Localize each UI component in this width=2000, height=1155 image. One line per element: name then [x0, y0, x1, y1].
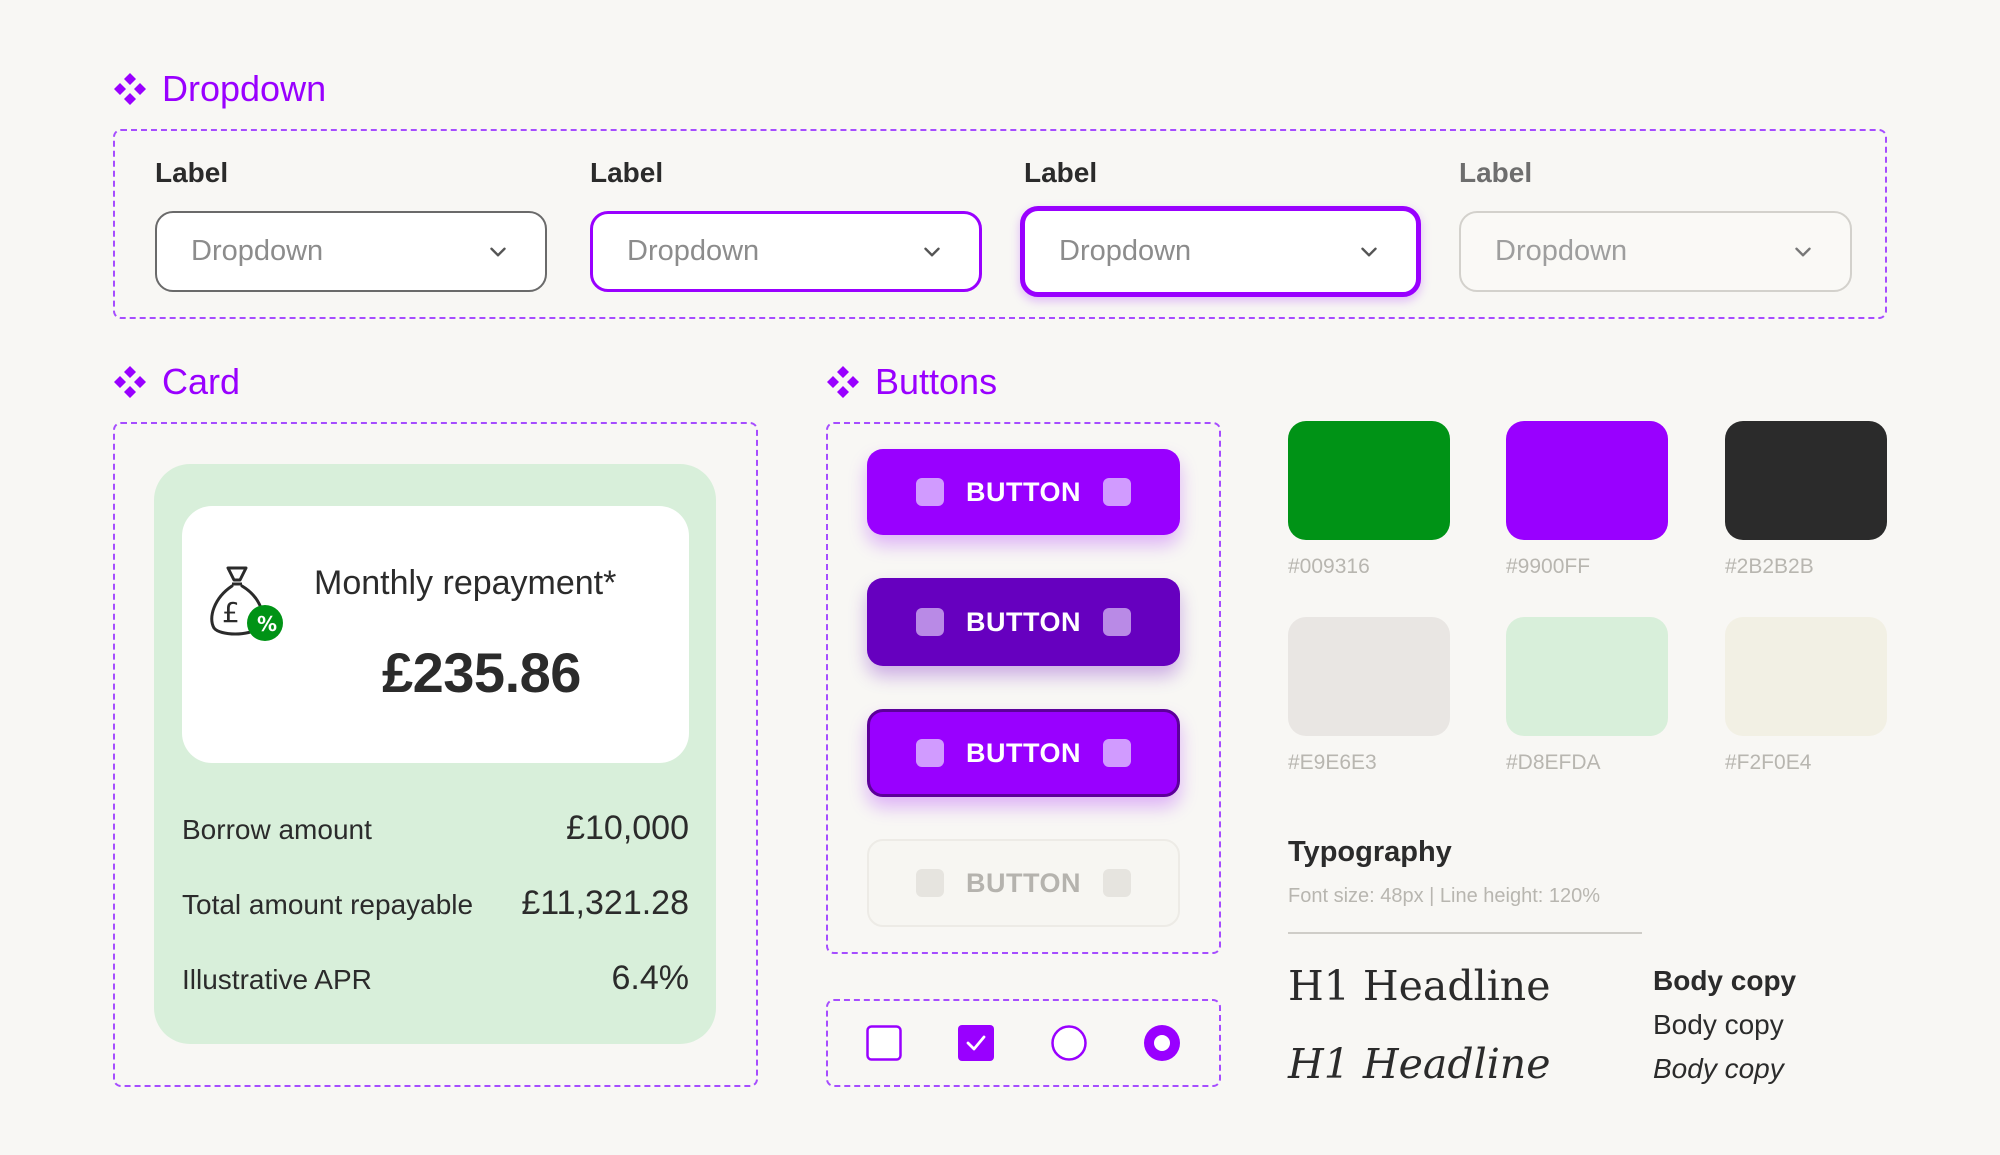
card-title: Monthly repayment* — [314, 564, 617, 602]
color-swatch-mint — [1506, 617, 1668, 736]
body-copy-italic: Body copy — [1653, 1053, 1784, 1084]
leading-icon — [916, 869, 944, 897]
h1-sample: H1 Headline — [1288, 962, 1551, 1010]
dropdown-label: Label — [155, 157, 229, 188]
row-label-apr: Illustrative APR — [182, 964, 372, 995]
svg-text:£: £ — [222, 596, 240, 629]
dropdown-label: Label — [590, 157, 664, 188]
dropdown-default[interactable]: Dropdown — [155, 211, 547, 292]
chevron-down-icon — [1795, 247, 1811, 256]
chevron-down-icon — [1361, 247, 1377, 256]
color-swatch-purple — [1506, 421, 1668, 540]
section-title-buttons: Buttons — [825, 361, 997, 403]
component-icon — [114, 366, 146, 398]
button-label: BUTTON — [966, 606, 1081, 637]
leading-icon — [916, 478, 944, 506]
chevron-down-icon — [924, 247, 940, 256]
checkbox-unchecked[interactable] — [866, 1025, 902, 1061]
h1-italic-sample: H1 Headline — [1288, 1040, 1551, 1088]
button-primary[interactable]: BUTTON — [867, 449, 1180, 535]
typography-title: Typography — [1288, 836, 1452, 868]
color-hex-label: #9900FF — [1506, 555, 1591, 578]
dropdown-placeholder: Dropdown — [1059, 235, 1192, 267]
checkbox-checked[interactable] — [958, 1025, 994, 1061]
chevron-down-icon — [490, 247, 506, 256]
dropdown-placeholder: Dropdown — [627, 235, 760, 267]
color-swatch-light-grey — [1288, 617, 1450, 736]
section-title-card: Card — [112, 361, 240, 403]
color-hex-label: #F2F0E4 — [1725, 751, 1812, 774]
color-swatch-green — [1288, 421, 1450, 540]
color-hex-label: #D8EFDA — [1506, 751, 1601, 774]
dropdown-focus[interactable]: Dropdown — [1020, 206, 1421, 297]
trailing-icon — [1103, 739, 1131, 767]
section-title-text: Card — [162, 361, 241, 402]
color-swatch-cream — [1725, 617, 1887, 736]
row-label-total-repayable: Total amount repayable — [182, 889, 474, 920]
color-hex-label: #2B2B2B — [1725, 555, 1814, 578]
money-bag-percent-icon: £ % — [210, 566, 283, 641]
trailing-icon — [1103, 869, 1131, 897]
body-copy-regular: Body copy — [1653, 1009, 1784, 1040]
svg-text:%: % — [257, 612, 277, 636]
section-title-dropdown: Dropdown — [112, 68, 326, 110]
button-label: BUTTON — [966, 867, 1081, 898]
button-pressed[interactable]: BUTTON — [867, 578, 1180, 666]
color-hex-label: #009316 — [1288, 555, 1370, 578]
card-amount: £235.86 — [382, 641, 581, 704]
leading-icon — [916, 608, 944, 636]
radio-unselected[interactable] — [1051, 1025, 1087, 1061]
typography-divider — [1288, 932, 1642, 934]
typography-subtitle: Font size: 48px | Line height: 120% — [1288, 885, 1601, 907]
color-hex-label: #E9E6E3 — [1288, 751, 1377, 774]
color-swatch-charcoal — [1725, 421, 1887, 540]
dropdown-placeholder: Dropdown — [1495, 235, 1628, 267]
button-label: BUTTON — [966, 737, 1081, 768]
button-focused[interactable]: BUTTON — [867, 709, 1180, 797]
row-value-borrow-amount: £10,000 — [566, 809, 689, 847]
button-disabled[interactable]: BUTTON — [867, 839, 1180, 927]
trailing-icon — [1103, 608, 1131, 636]
row-value-total-repayable: £11,321.28 — [521, 884, 689, 922]
dropdown-hover[interactable]: Dropdown — [590, 211, 982, 292]
row-label-borrow-amount: Borrow amount — [182, 814, 372, 845]
radio-selected[interactable] — [1144, 1025, 1180, 1061]
trailing-icon — [1103, 478, 1131, 506]
component-icon — [114, 73, 146, 105]
button-label: BUTTON — [966, 476, 1081, 507]
section-title-text: Buttons — [875, 361, 998, 402]
component-icon — [827, 366, 859, 398]
dropdown-placeholder: Dropdown — [191, 235, 324, 267]
leading-icon — [916, 739, 944, 767]
dropdown-label: Label — [1024, 157, 1098, 188]
row-value-apr: 6.4% — [611, 959, 690, 997]
dropdown-disabled[interactable]: Dropdown — [1459, 211, 1852, 292]
dropdown-label: Label — [1459, 157, 1533, 188]
body-copy-bold: Body copy — [1653, 965, 1797, 996]
section-title-text: Dropdown — [162, 68, 327, 109]
